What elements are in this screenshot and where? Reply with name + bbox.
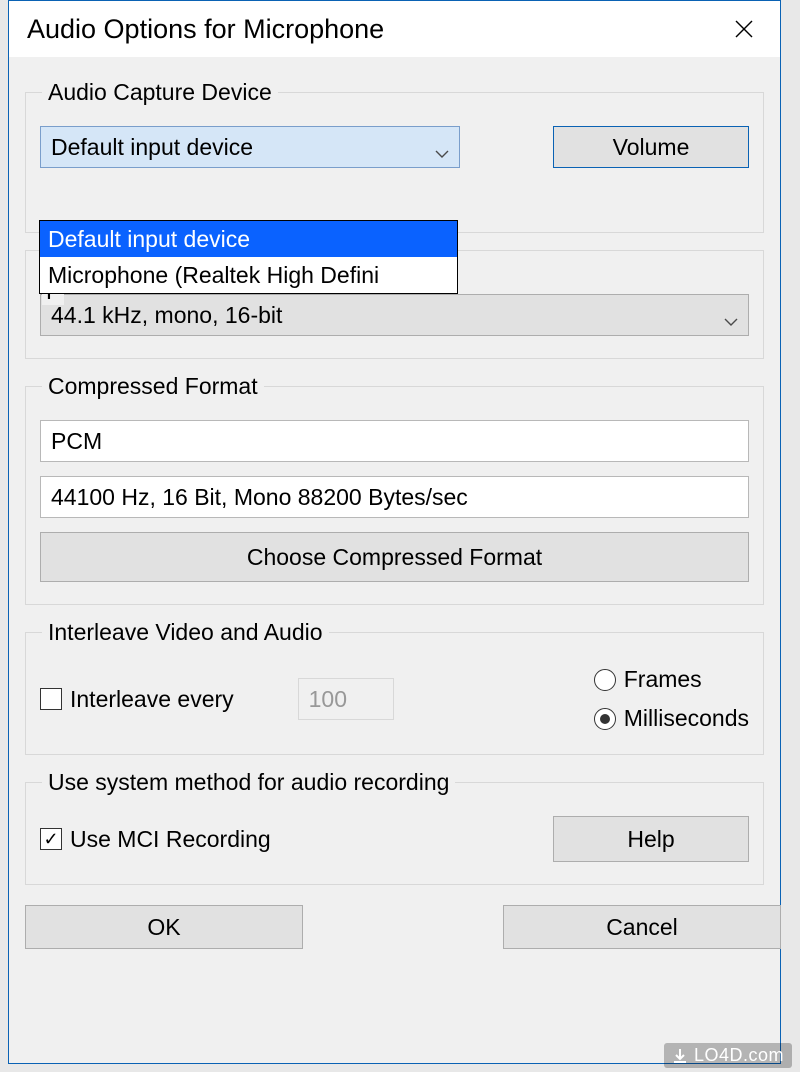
interleave-value-field[interactable]: 100 xyxy=(298,678,394,720)
checkbox-icon xyxy=(40,828,62,850)
group-legend-compressed: Compressed Format xyxy=(42,373,264,400)
radio-milliseconds[interactable]: Milliseconds xyxy=(594,705,749,732)
interleave-every-checkbox[interactable]: Interleave every xyxy=(40,686,234,713)
client-area: Audio Capture Device Default input devic… xyxy=(9,57,780,967)
recording-format-combo[interactable]: 44.1 kHz, mono, 16-bit xyxy=(40,294,749,336)
recording-format-value: 44.1 kHz, mono, 16-bit xyxy=(51,302,282,329)
capture-device-dropdown[interactable]: Default input device Microphone (Realtek… xyxy=(39,220,458,294)
dialog-window: Audio Options for Microphone Audio Captu… xyxy=(8,0,781,1064)
window-title: Audio Options for Microphone xyxy=(27,14,722,45)
dropdown-option[interactable]: Default input device xyxy=(40,221,457,257)
checkbox-icon xyxy=(40,688,62,710)
compressed-detail-field[interactable]: 44100 Hz, 16 Bit, Mono 88200 Bytes/sec xyxy=(40,476,749,518)
compressed-codec-field[interactable]: PCM xyxy=(40,420,749,462)
volume-button[interactable]: Volume xyxy=(553,126,749,168)
group-legend-system: Use system method for audio recording xyxy=(42,769,455,796)
footer-buttons: OK Cancel xyxy=(25,899,764,949)
ok-button[interactable]: OK xyxy=(25,905,303,949)
group-legend-interleave: Interleave Video and Audio xyxy=(42,619,329,646)
radio-frames[interactable]: Frames xyxy=(594,666,749,693)
radio-icon xyxy=(594,669,616,691)
watermark: LO4D.com xyxy=(664,1043,792,1068)
use-mci-checkbox[interactable]: Use MCI Recording xyxy=(40,826,271,853)
choose-compressed-button[interactable]: Choose Compressed Format xyxy=(40,532,749,582)
group-legend-capture: Audio Capture Device xyxy=(42,79,278,106)
close-icon xyxy=(734,19,754,39)
download-icon xyxy=(672,1048,688,1064)
capture-device-combo[interactable]: Default input device xyxy=(40,126,460,168)
help-button[interactable]: Help xyxy=(553,816,749,862)
dropdown-option[interactable]: Microphone (Realtek High Defini xyxy=(40,257,457,293)
capture-device-value: Default input device xyxy=(51,134,253,161)
group-system-method: Use system method for audio recording Us… xyxy=(25,769,764,885)
group-interleave: Interleave Video and Audio Interleave ev… xyxy=(25,619,764,755)
chevron-down-icon xyxy=(724,308,738,322)
titlebar: Audio Options for Microphone xyxy=(9,1,780,57)
group-compressed-format: Compressed Format PCM 44100 Hz, 16 Bit, … xyxy=(25,373,764,605)
cancel-button[interactable]: Cancel xyxy=(503,905,781,949)
radio-icon xyxy=(594,708,616,730)
close-button[interactable] xyxy=(722,7,766,51)
chevron-down-icon xyxy=(435,140,449,154)
group-audio-capture: Audio Capture Device Default input devic… xyxy=(25,79,764,233)
